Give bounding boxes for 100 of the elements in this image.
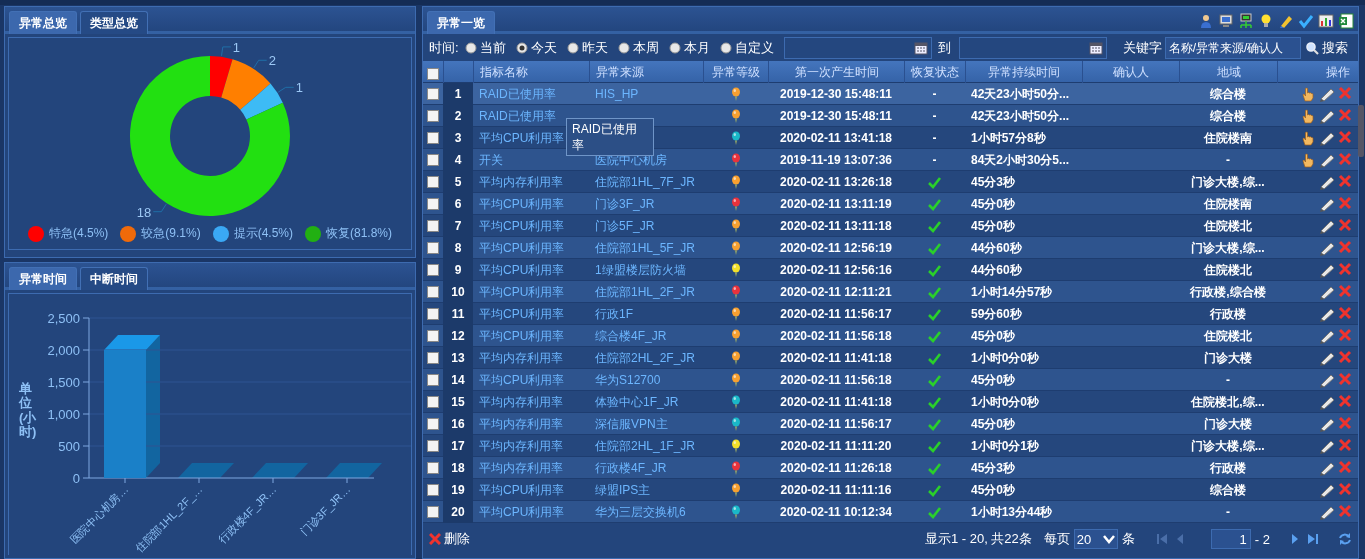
first-page-icon[interactable] xyxy=(1154,532,1169,546)
metric-link[interactable]: 平均CPU利用率 xyxy=(473,306,565,321)
checkbox[interactable] xyxy=(427,132,439,144)
table-row[interactable]: 8 平均CPU利用率 住院部1HL_5F_JR 2020-02-11 12:56:19 44分60秒 门诊大楼,综... xyxy=(423,237,1358,259)
checkbox[interactable] xyxy=(427,286,439,298)
metric-link[interactable]: 平均CPU利用率 xyxy=(473,372,565,387)
chart-icon[interactable] xyxy=(1318,13,1334,29)
table-row[interactable]: 10 平均CPU利用率 住院部1HL_2F_JR 2020-02-11 12:11:21 1小时14分57秒 行政楼,综合楼 xyxy=(423,281,1358,303)
metric-link[interactable]: 平均CPU利用率 xyxy=(473,218,565,233)
checkbox[interactable] xyxy=(427,264,439,276)
source-link[interactable]: 体验中心1F_JR xyxy=(589,394,679,409)
edit-icon[interactable] xyxy=(1319,504,1335,520)
checkbox[interactable] xyxy=(427,308,439,320)
edit-icon[interactable] xyxy=(1319,306,1335,322)
edit-icon[interactable] xyxy=(1319,174,1335,190)
metric-link[interactable]: 开关 xyxy=(473,152,503,167)
metric-link[interactable]: 平均内存利用率 xyxy=(473,460,563,475)
page-field[interactable]: 1 xyxy=(1210,529,1251,549)
edit-icon[interactable] xyxy=(1319,350,1335,366)
table-row[interactable]: 5 平均内存利用率 住院部1HL_7F_JR 2020-02-11 13:26:18 45分3秒 门诊大楼,综... xyxy=(423,171,1358,193)
checkbox[interactable] xyxy=(427,330,439,342)
edit-icon[interactable] xyxy=(1319,482,1335,498)
check-icon[interactable] xyxy=(1298,13,1314,29)
source-link[interactable]: 住院部2HL_2F_JR xyxy=(589,350,696,365)
scroll-handle[interactable] xyxy=(1358,105,1364,157)
last-page-icon[interactable] xyxy=(1306,532,1320,546)
table-row[interactable]: 18 平均内存利用率 行政楼4F_JR 2020-02-11 11:26:18 45分3秒 行政楼 xyxy=(423,457,1358,479)
source-link[interactable]: 华为S12700 xyxy=(589,372,661,387)
radio-icon[interactable] xyxy=(566,41,579,54)
spreadsheet-icon[interactable] xyxy=(1338,13,1354,29)
delete-icon[interactable] xyxy=(1338,130,1352,144)
metric-link[interactable]: 平均内存利用率 xyxy=(473,416,563,431)
edit-icon[interactable] xyxy=(1319,438,1335,454)
metric-link[interactable]: 平均CPU利用率 xyxy=(473,130,565,145)
radio-icon[interactable] xyxy=(515,41,528,54)
delete-icon[interactable] xyxy=(1338,394,1352,408)
edit-icon[interactable] xyxy=(1319,86,1335,102)
metric-link[interactable]: 平均CPU利用率 xyxy=(473,482,565,497)
metric-link[interactable]: 平均CPU利用率 xyxy=(473,504,565,519)
delete-icon[interactable] xyxy=(1338,460,1352,474)
delete-icon[interactable] xyxy=(1338,240,1352,254)
table-row[interactable]: 1 RAID已使用率 HIS_HP 2019-12-30 15:48:11 - 42天23小时50分... 综合楼 xyxy=(423,83,1358,105)
metric-link[interactable]: 平均CPU利用率 xyxy=(473,284,565,299)
source-link[interactable]: 深信服VPN主 xyxy=(589,416,668,431)
search-button[interactable]: 搜索 xyxy=(1304,38,1348,57)
delete-icon[interactable] xyxy=(1338,306,1352,320)
person-icon[interactable] xyxy=(1198,13,1214,29)
date-field[interactable] xyxy=(783,36,932,59)
metric-link[interactable]: RAID已使用率 xyxy=(473,108,556,123)
table-row[interactable]: 16 平均内存利用率 深信服VPN主 2020-02-11 11:56:17 45分0秒 门诊大楼 xyxy=(423,413,1358,435)
edit-icon[interactable] xyxy=(1319,218,1335,234)
table-row[interactable]: 17 平均内存利用率 住院部2HL_1F_JR 2020-02-11 11:11:20 1小时0分1秒 门诊大楼,综... xyxy=(423,435,1358,457)
checkbox[interactable] xyxy=(427,396,439,408)
table-row[interactable]: 7 平均CPU利用率 门诊5F_JR 2020-02-11 13:11:18 45分0秒 住院楼北 xyxy=(423,215,1358,237)
source-link[interactable]: 1绿盟楼层防火墙 xyxy=(589,262,686,277)
tab[interactable]: 类型总览 xyxy=(80,11,148,34)
radio-option[interactable]: 今天 xyxy=(515,38,557,57)
source-link[interactable]: 门诊5F_JR xyxy=(589,218,655,233)
edit-icon[interactable] xyxy=(1319,152,1335,168)
tab[interactable]: 异常时间 xyxy=(9,267,77,290)
delete-icon[interactable] xyxy=(1338,108,1352,122)
radio-icon[interactable] xyxy=(719,41,732,54)
edit-icon[interactable] xyxy=(1319,196,1335,212)
source-link[interactable]: 住院部1HL_2F_JR xyxy=(589,284,696,299)
date-field[interactable] xyxy=(958,36,1107,59)
checkbox[interactable] xyxy=(427,110,439,122)
edit-icon[interactable] xyxy=(1319,394,1335,410)
table-row[interactable]: 19 平均CPU利用率 绿盟IPS主 2020-02-11 11:11:16 45分0秒 综合楼 xyxy=(423,479,1358,501)
monitor-icon[interactable] xyxy=(1218,13,1234,29)
metric-link[interactable]: 平均内存利用率 xyxy=(473,174,563,189)
delete-icon[interactable] xyxy=(1338,350,1352,364)
checkbox[interactable] xyxy=(427,462,439,474)
table-row[interactable]: 12 平均CPU利用率 综合楼4F_JR 2020-02-11 11:56:18 45分0秒 住院楼北 xyxy=(423,325,1358,347)
checkbox[interactable] xyxy=(427,176,439,188)
network-icon[interactable] xyxy=(1238,13,1254,29)
metric-link[interactable]: 平均内存利用率 xyxy=(473,350,563,365)
radio-icon[interactable] xyxy=(668,41,681,54)
edit-icon[interactable] xyxy=(1319,328,1335,344)
delete-icon[interactable] xyxy=(1338,152,1352,166)
tab[interactable]: 中断时间 xyxy=(80,267,148,290)
pencil-icon[interactable] xyxy=(1278,13,1294,29)
refresh-icon[interactable] xyxy=(1338,532,1352,546)
checkbox[interactable] xyxy=(427,68,439,80)
table-row[interactable]: 9 平均CPU利用率 1绿盟楼层防火墙 2020-02-11 12:56:16 44分60秒 住院楼北 xyxy=(423,259,1358,281)
edit-icon[interactable] xyxy=(1319,460,1335,476)
source-link[interactable]: HIS_HP xyxy=(589,87,639,101)
checkbox[interactable] xyxy=(427,374,439,386)
radio-option[interactable]: 当前 xyxy=(464,38,506,57)
source-link[interactable]: 行政1F xyxy=(589,306,633,321)
edit-icon[interactable] xyxy=(1319,108,1335,124)
source-link[interactable]: 华为三层交换机6 xyxy=(589,504,686,519)
delete-icon[interactable] xyxy=(1338,482,1352,496)
keyword-field[interactable]: 名称/异常来源/确认人 xyxy=(1164,36,1301,59)
edit-icon[interactable] xyxy=(1319,372,1335,388)
checkbox[interactable] xyxy=(427,418,439,430)
table-row[interactable]: 11 平均CPU利用率 行政1F 2020-02-11 11:56:17 59分60秒 行政楼 xyxy=(423,303,1358,325)
table-row[interactable]: 6 平均CPU利用率 门诊3F_JR 2020-02-11 13:11:19 45分0秒 住院楼南 xyxy=(423,193,1358,215)
per-page-select[interactable]: 20 xyxy=(1073,529,1118,549)
source-link[interactable]: 门诊3F_JR xyxy=(589,196,655,211)
table-row[interactable]: 15 平均内存利用率 体验中心1F_JR 2020-02-11 11:41:18 1小时0分0秒 住院楼北,综... xyxy=(423,391,1358,413)
